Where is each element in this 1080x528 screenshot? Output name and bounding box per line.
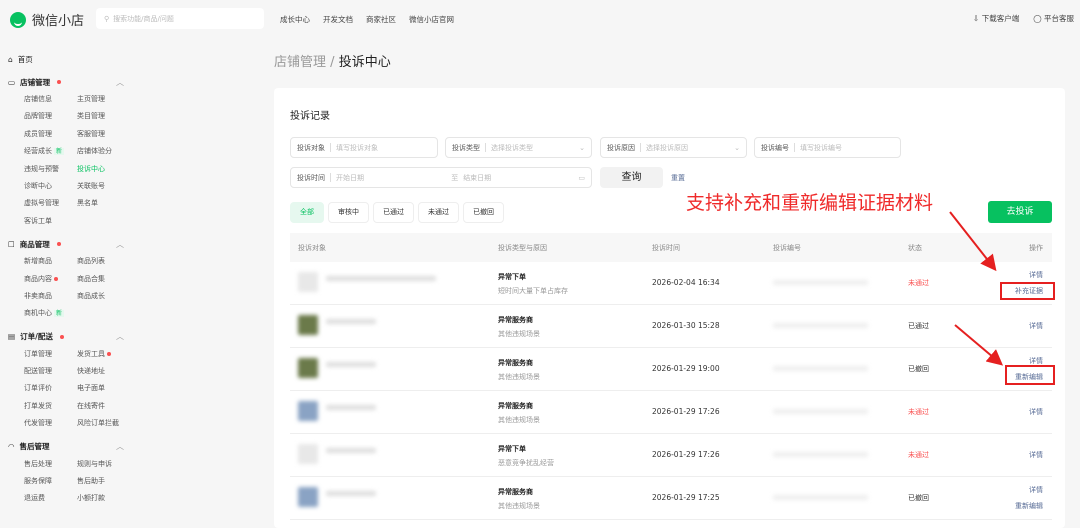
arrow-2 bbox=[954, 324, 1004, 366]
annotation-arrows bbox=[949, 211, 1004, 366]
arrow-1 bbox=[949, 211, 997, 272]
highlight-box-reedit bbox=[1005, 365, 1055, 385]
highlight-box-supplement bbox=[1000, 282, 1055, 300]
